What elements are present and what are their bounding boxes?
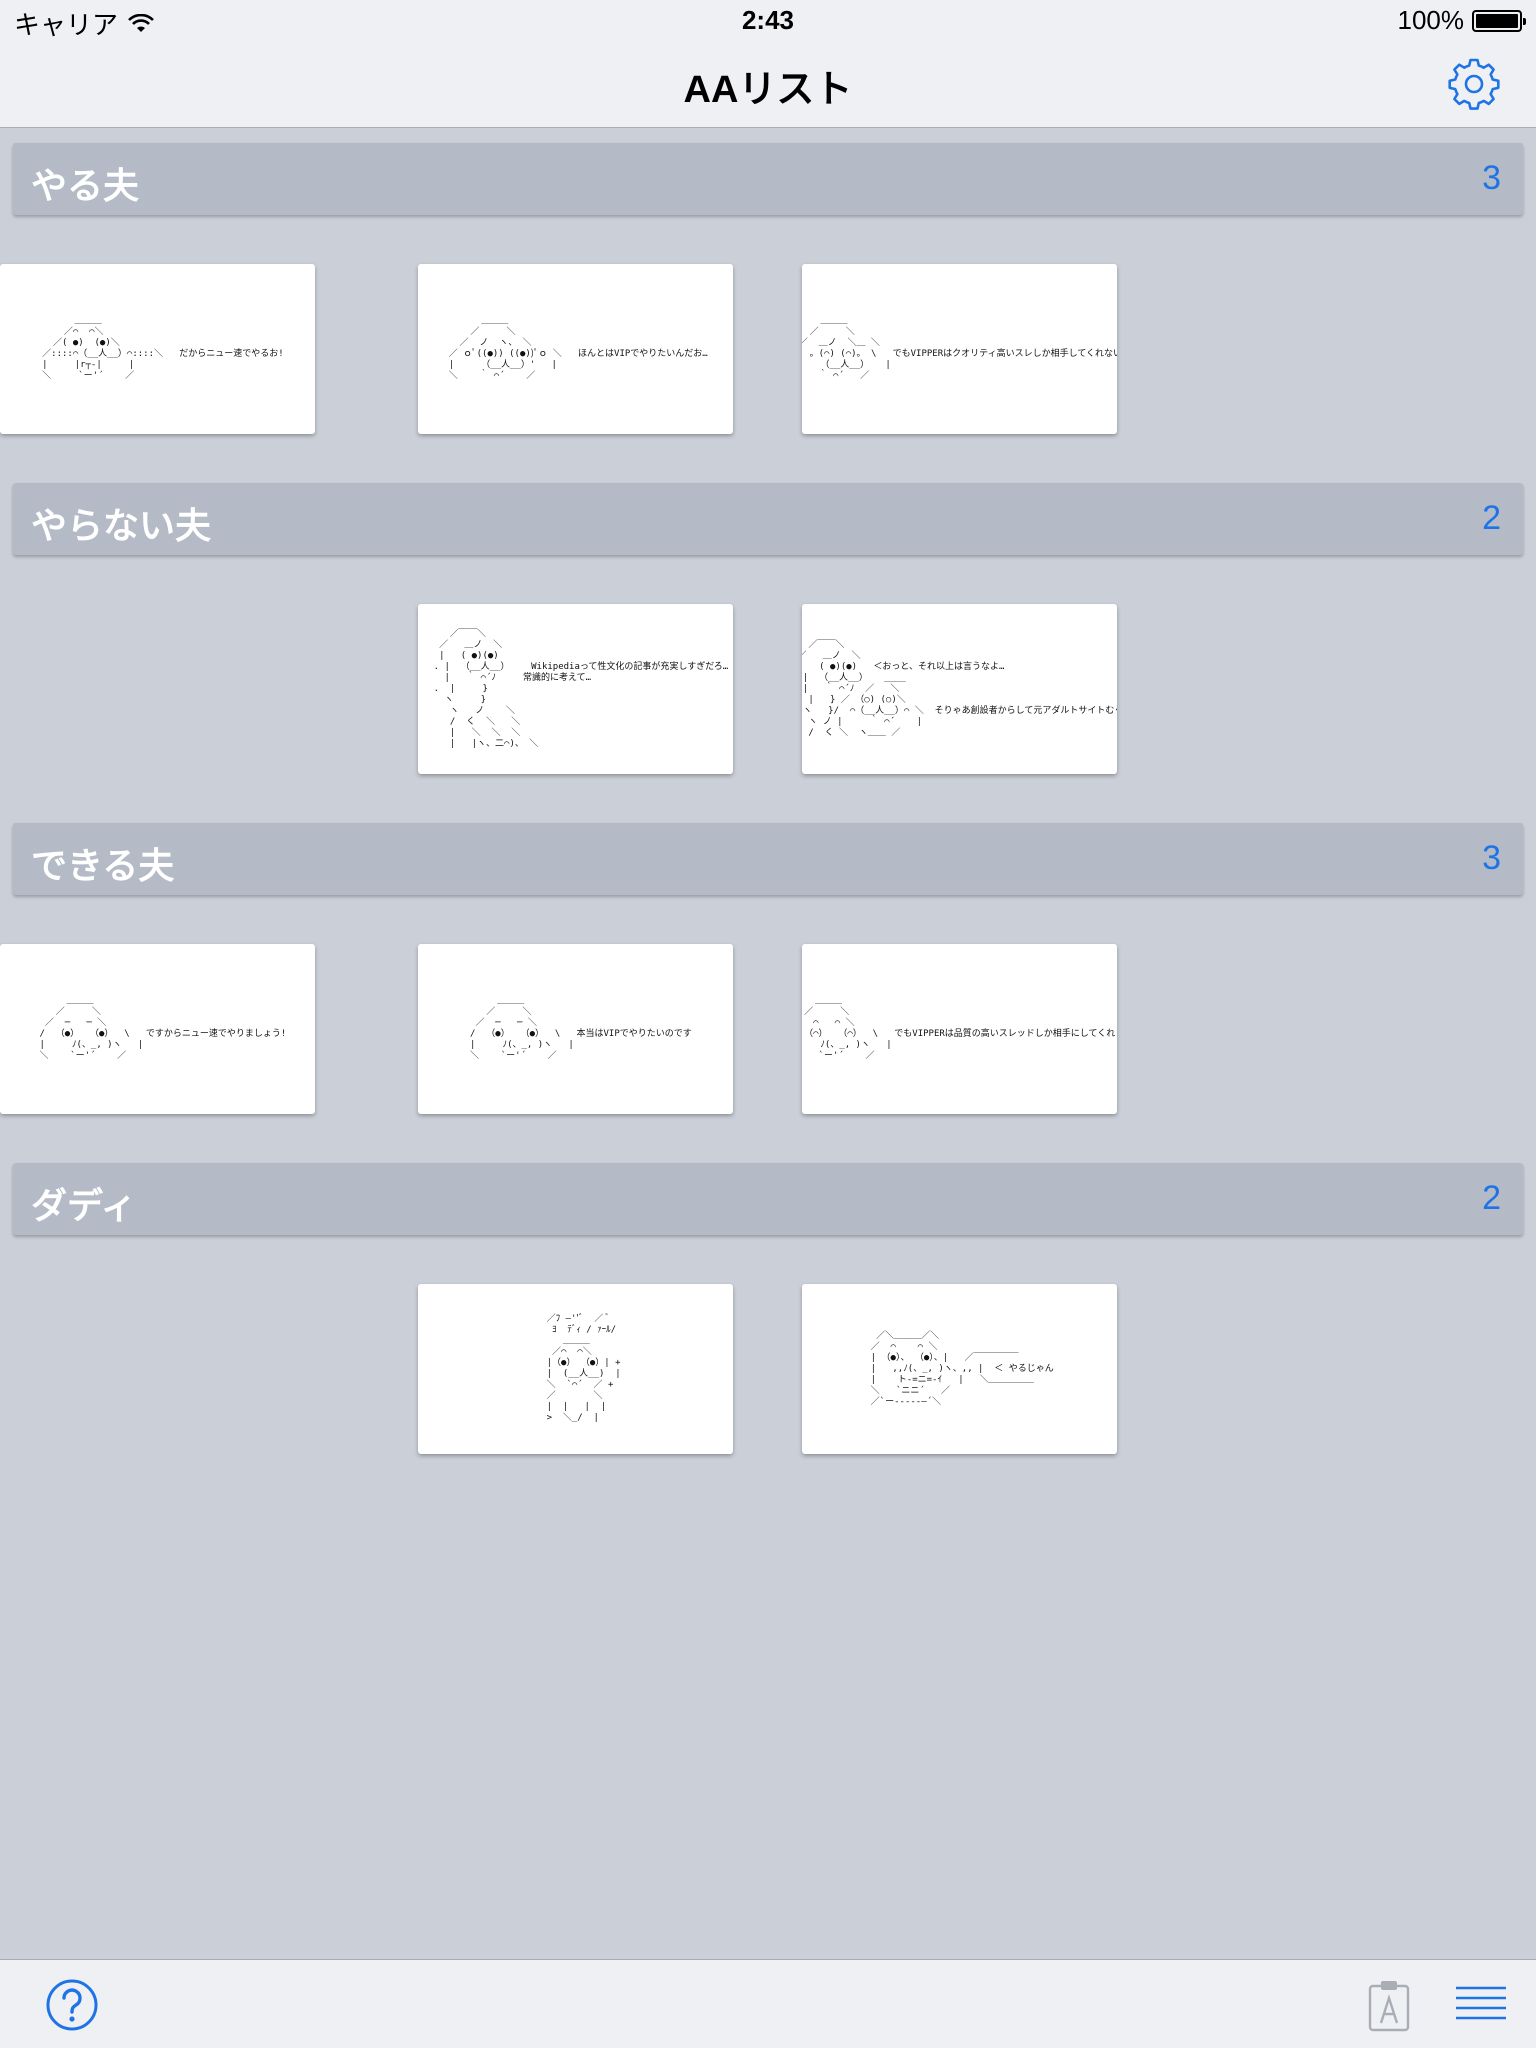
aa-text: ／￣￣＼ ／ ＿ノ ＼ | ( ●)(●) ＜おっと、それ以上は言うなよ… . … xyxy=(802,639,1117,738)
aa-card[interactable]: ／ﾌ ―''ﾞ ／ ﾞ ﾖ ﾃﾞｨ / ｧｰﾙ/ ＿＿＿ ／⌒ ⌒＼ |（●） … xyxy=(418,1284,733,1454)
aa-text: ＿＿＿ ／ ＼ ／ ⌒ ⌒ ＼ / （⌒） （⌒） \ でもVIPPERは品質の… xyxy=(802,996,1117,1061)
list-button[interactable] xyxy=(1454,1984,1508,2024)
aa-text: ＿＿＿ ／ ＼ ／ ─ ─ ＼ / （●） （●） \ 本当はVIPでやりたいの… xyxy=(470,996,692,1061)
battery-group: 100% xyxy=(1397,5,1526,36)
help-icon xyxy=(46,1979,98,2031)
navigation-bar: AAリスト xyxy=(0,40,1536,128)
section-header[interactable]: やる夫 3 xyxy=(13,143,1523,215)
section-yaruo: やる夫 3 ＿＿＿ ／ ＼ ／ ノ ヽ、 ＼ ／ ｏﾟ((●)) ((●))ﾟｏ… xyxy=(0,129,1536,469)
aa-card[interactable]: ／￣￣＼ ／ ＿ノ ＼ | ( ●)(●) ＜おっと、それ以上は言うなよ… . … xyxy=(802,604,1117,774)
section-title: できる夫 xyxy=(31,846,175,887)
section-title: やらない夫 xyxy=(31,506,212,547)
section-count: 2 xyxy=(1482,499,1501,537)
aa-list[interactable]: やる夫 3 ＿＿＿ ／ ＼ ／ ノ ヽ、 ＼ ／ ｏﾟ((●)) ((●))ﾟｏ… xyxy=(0,129,1536,1959)
section-header[interactable]: できる夫 3 xyxy=(13,823,1523,895)
battery-percent: 100% xyxy=(1397,5,1465,35)
aa-card[interactable]: ＿＿＿ ／ ＼ ／ ＿ノ ＼＿ ＼ / 。(⌒) (⌒)。 \ でもVIPPER… xyxy=(802,264,1117,434)
aa-text: ／ﾌ ―''ﾞ ／ ﾞ ﾖ ﾃﾞｨ / ｧｰﾙ/ ＿＿＿ ／⌒ ⌒＼ |（●） … xyxy=(546,1314,621,1423)
section-header[interactable]: やらない夫 2 xyxy=(13,483,1523,555)
aa-text: ＿＿＿ ／ ＼ ／ ＿ノ ＼＿ ＼ / 。(⌒) (⌒)。 \ でもVIPPER… xyxy=(802,316,1117,381)
section-count: 3 xyxy=(1482,839,1501,877)
aa-text: ／＼＿＿＿／＼ ／ ⌒ ⌒ ＼ | （●）、 （●）、| ／￣￣￣￣￣ | ,,… xyxy=(870,1330,1054,1407)
help-button[interactable] xyxy=(44,1977,100,2033)
settings-button[interactable] xyxy=(1446,56,1502,112)
clock: 2:43 xyxy=(741,5,795,35)
battery-icon xyxy=(1472,9,1526,32)
list-icon xyxy=(1456,1986,1506,2020)
section-daddy: ダディ 2 ／ﾌ ―''ﾞ ／ ﾞ ﾖ ﾃﾞｨ / ｧｰﾙ/ ＿＿＿ ／⌒ ⌒＼… xyxy=(0,1149,1536,1489)
clipboard-button[interactable] xyxy=(1364,1978,1414,2032)
aa-card[interactable]: ＿＿＿ ／ ＼ ／ ⌒ ⌒ ＼ / （⌒） （⌒） \ でもVIPPERは品質の… xyxy=(802,944,1117,1114)
section-title: やる夫 xyxy=(31,166,140,207)
aa-text: ＿＿＿ ／ ＼ ／ ノ ヽ、 ＼ ／ ｏﾟ((●)) ((●))ﾟｏ ＼ ほんと… xyxy=(448,316,708,381)
bottom-toolbar xyxy=(0,1959,1536,2048)
aa-card[interactable]: ／＼＿＿＿／＼ ／ ⌒ ⌒ ＼ | （●）、 （●）、| ／￣￣￣￣￣ | ,,… xyxy=(802,1284,1117,1454)
section-header[interactable]: ダディ 2 xyxy=(13,1163,1523,1235)
section-yaranaio: やらない夫 2 ／￣￣＼ ／ ＿ノ ＼ | ( ●)(●) . | （__人__… xyxy=(0,469,1536,809)
gear-icon xyxy=(1448,58,1500,110)
aa-text: ＿＿＿ ／ ＼ ／ ─ ─ ＼ / （●） （●） \ ですからニュー速でやりま… xyxy=(39,996,287,1061)
aa-card[interactable]: ＿＿＿ ／⌒ ⌒＼ ／( ●) (●)＼ ／::::⌒（__人__）⌒::::＼… xyxy=(0,264,315,434)
aa-card[interactable]: ＿＿＿ ／ ＼ ／ ノ ヽ、 ＼ ／ ｏﾟ((●)) ((●))ﾟｏ ＼ ほんと… xyxy=(418,264,733,434)
aa-card[interactable]: ＿＿＿ ／ ＼ ／ ─ ─ ＼ / （●） （●） \ 本当はVIPでやりたいの… xyxy=(418,944,733,1114)
aa-card[interactable]: ＿＿＿ ／ ＼ ／ ─ ─ ＼ / （●） （●） \ ですからニュー速でやりま… xyxy=(0,944,315,1114)
page-title: AAリスト xyxy=(683,69,853,111)
clipboard-icon xyxy=(1368,1981,1410,2032)
aa-text: ／￣￣＼ ／ ＿ノ ＼ | ( ●)(●) . | （__人__） Wikipe… xyxy=(433,628,729,749)
section-count: 2 xyxy=(1482,1179,1501,1217)
aa-card[interactable]: ／￣￣＼ ／ ＿ノ ＼ | ( ●)(●) . | （__人__） Wikipe… xyxy=(418,604,733,774)
section-count: 3 xyxy=(1482,159,1501,197)
section-dekiruo: できる夫 3 ＿＿＿ ／ ＼ ／ ─ ─ ＼ / （●） （●） \ 本当はVI… xyxy=(0,809,1536,1149)
aa-text: ＿＿＿ ／⌒ ⌒＼ ／( ●) (●)＼ ／::::⌒（__人__）⌒::::＼… xyxy=(42,316,284,381)
section-title: ダディ xyxy=(31,1186,137,1227)
status-bar: キャリア 2:43 100% xyxy=(0,0,1536,40)
